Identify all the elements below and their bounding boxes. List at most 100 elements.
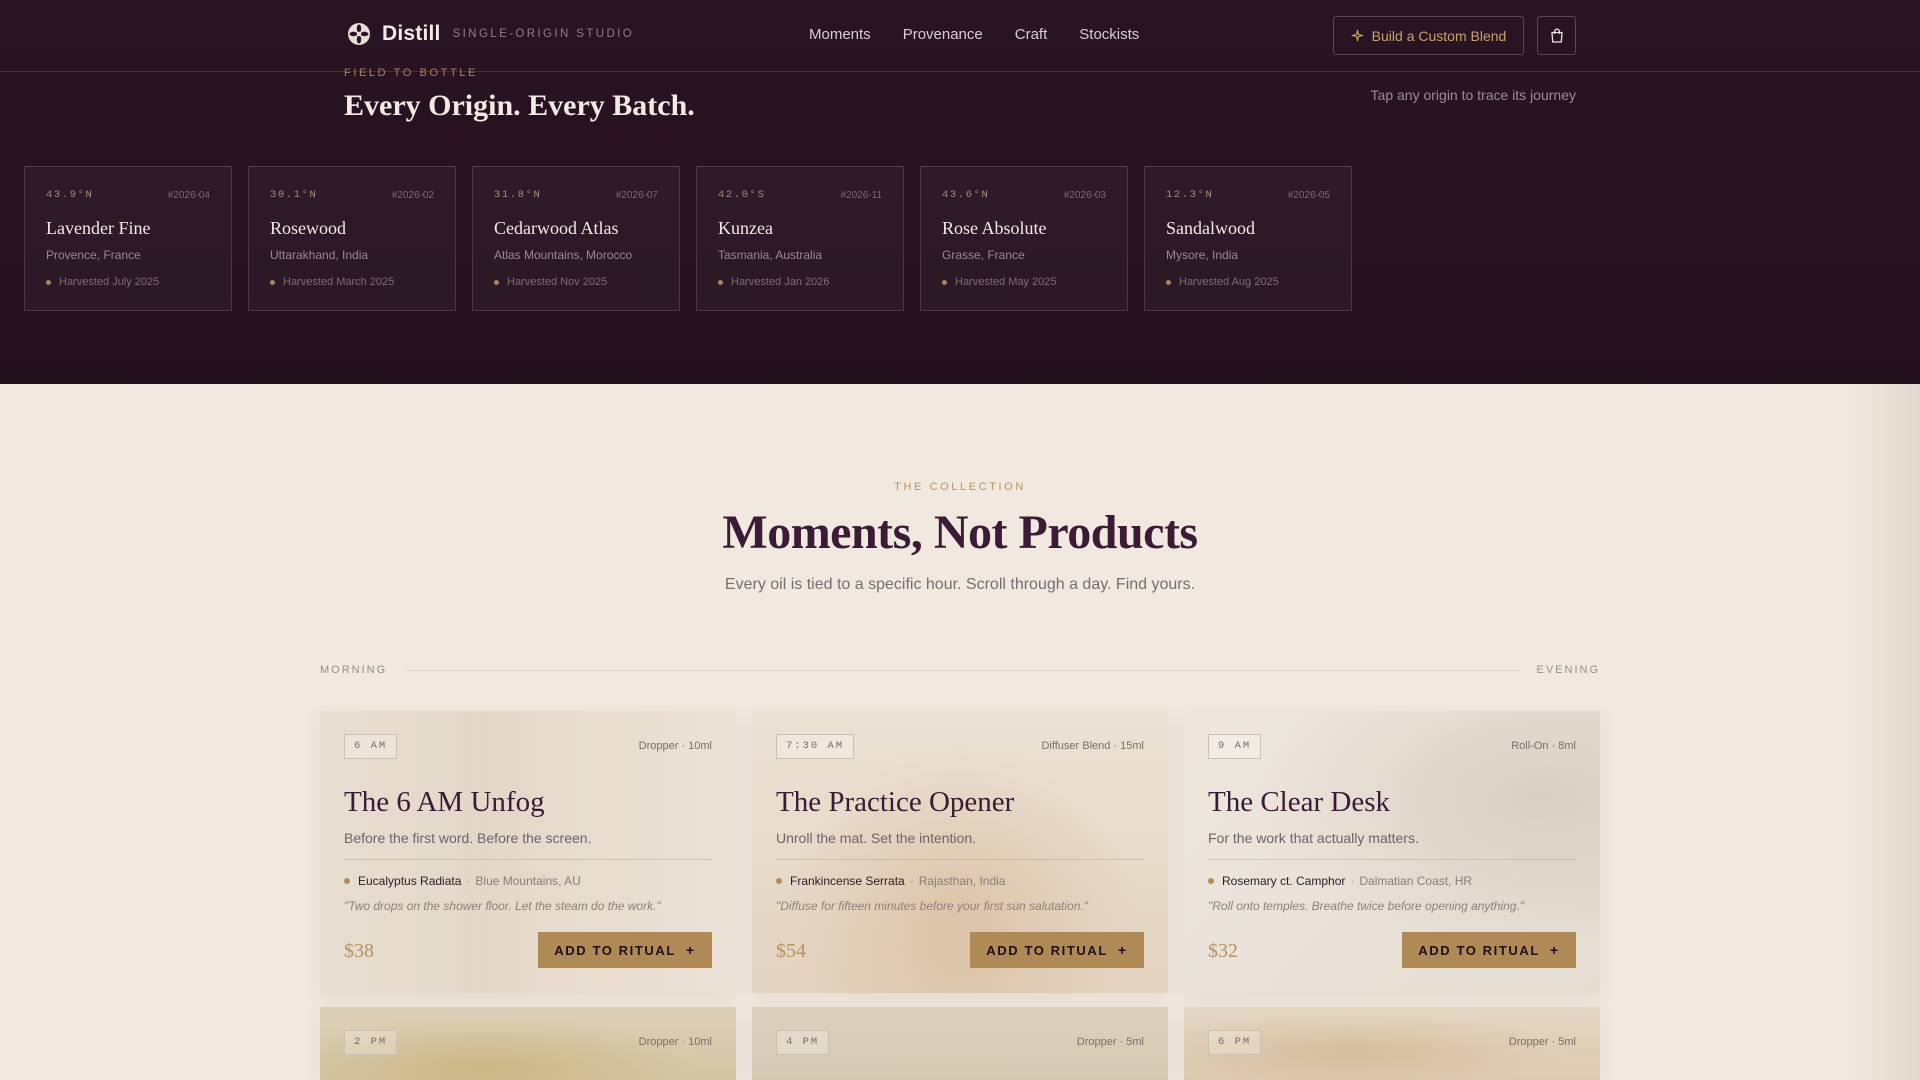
nav-craft[interactable]: Craft	[1015, 26, 1048, 43]
origin-coordinate: 12.3°N	[1166, 189, 1214, 201]
add-to-ritual-button[interactable]: ADD TO RITUAL +	[970, 932, 1144, 968]
ingredient-name: Rosemary ct. Camphor	[1222, 874, 1346, 888]
origin-name: Rose Absolute	[942, 218, 1047, 238]
timeline-end-label: EVENING	[1536, 664, 1600, 676]
time-badge: 6 PM	[1208, 1030, 1262, 1055]
harvest-dot-icon	[942, 279, 947, 285]
origin-harvest: Harvested July 2025	[46, 276, 159, 288]
product-price: $38	[344, 940, 374, 962]
origins-hint: Tap any origin to trace its journey	[1370, 87, 1576, 103]
product-tagline: Unroll the mat. Set the intention.	[776, 830, 976, 846]
add-to-ritual-button[interactable]: ADD TO RITUAL +	[1402, 932, 1576, 968]
origin-location: Mysore, India	[1166, 248, 1239, 262]
site-header: Distill SINGLE-ORIGIN STUDIO Moments Pro…	[0, 0, 1920, 72]
add-to-ritual-button[interactable]: ADD TO RITUAL +	[538, 932, 712, 968]
time-badge: 9 AM	[1208, 734, 1262, 759]
origin-batch: #2026-11	[840, 190, 882, 201]
product-tagline: Before the first word. Before the screen…	[344, 830, 592, 846]
cart-button[interactable]	[1537, 16, 1576, 55]
build-custom-blend-label: Build a Custom Blend	[1371, 27, 1507, 44]
product-format: Dropper · 10ml	[638, 740, 712, 752]
origin-harvest-label: Harvested July 2025	[59, 276, 160, 288]
product-card-6am-unfog[interactable]: 6 AM Dropper · 10ml The 6 AM Unfog Befor…	[320, 711, 736, 993]
ingredient-origin: Dalmatian Coast, HR	[1359, 874, 1473, 888]
product-card-clear-desk[interactable]: 9 AM Roll-On · 8ml The Clear Desk For th…	[1184, 711, 1600, 993]
ingredient-dot-icon	[1208, 878, 1214, 884]
origins-title: Every Origin. Every Batch.	[344, 89, 695, 122]
time-badge: 4 PM	[776, 1030, 830, 1055]
separator-dot: ·	[466, 874, 471, 888]
origin-name: Lavender Fine	[46, 218, 151, 238]
divider	[776, 859, 1144, 860]
time-badge: 2 PM	[344, 1030, 398, 1055]
divider	[1208, 859, 1576, 860]
origin-card-sandalwood[interactable]: 12.3°N #2026-05 Sandalwood Mysore, India…	[1144, 166, 1352, 311]
nav-stockists[interactable]: Stockists	[1079, 26, 1139, 43]
separator-dot: ·	[1350, 874, 1355, 888]
origin-coordinate: 42.0°S	[718, 189, 766, 201]
origin-location: Tasmania, Australia	[718, 248, 823, 262]
ingredient-origin: Blue Mountains, AU	[475, 874, 581, 888]
time-badge: 7:30 AM	[776, 734, 855, 759]
flower-logo-icon	[348, 23, 370, 45]
brand-name: Distill	[382, 22, 441, 45]
origins-eyebrow: FIELD TO BOTTLE	[344, 67, 478, 79]
origin-batch: #2026-04	[167, 190, 210, 201]
day-timeline: MORNING EVENING	[320, 664, 1600, 678]
origin-card-lavender-fine[interactable]: 43.9°N #2026-04 Lavender Fine Provence, …	[24, 166, 232, 311]
origin-location: Provence, France	[46, 248, 141, 262]
product-title: The Practice Opener	[776, 786, 1015, 818]
origin-location: Atlas Mountains, Morocco	[494, 248, 633, 262]
origin-card-rose-absolute[interactable]: 43.6°N #2026-03 Rose Absolute Grasse, Fr…	[920, 166, 1128, 311]
product-card-4pm[interactable]: 4 PM Dropper · 5ml	[752, 1007, 1168, 1080]
product-card-2pm[interactable]: 2 PM Dropper · 10ml	[320, 1007, 736, 1080]
product-format: Dropper · 5ml	[1076, 1036, 1144, 1048]
harvest-dot-icon	[494, 279, 499, 285]
product-card-6pm[interactable]: 6 PM Dropper · 5ml	[1184, 1007, 1600, 1080]
product-format: Dropper · 5ml	[1508, 1036, 1576, 1048]
origin-cards: 43.9°N #2026-04 Lavender Fine Provence, …	[24, 166, 1352, 311]
product-price: $32	[1208, 940, 1238, 962]
product-format: Diffuser Blend · 15ml	[1041, 740, 1144, 752]
nav-moments[interactable]: Moments	[809, 26, 871, 43]
product-title: The Clear Desk	[1208, 786, 1390, 818]
origin-batch: #2026-03	[1063, 190, 1106, 201]
origin-batch: #2026-07	[615, 190, 658, 201]
plus-icon: +	[685, 942, 696, 958]
ingredient-name: Frankincense Serrata	[790, 874, 905, 888]
separator-dot: ·	[909, 874, 914, 888]
origin-card-kunzea[interactable]: 42.0°S #2026-11 Kunzea Tasmania, Austral…	[696, 166, 904, 311]
origin-coordinate: 43.9°N	[46, 189, 94, 201]
product-format: Dropper · 10ml	[638, 1036, 712, 1048]
origin-harvest-label: Harvested Jan 2026	[731, 276, 830, 288]
origin-batch: #2026-02	[391, 190, 434, 201]
collection-subtitle: Every oil is tied to a specific hour. Sc…	[724, 576, 1196, 593]
plus-icon: +	[1117, 942, 1128, 958]
origin-card-rosewood[interactable]: 30.1°N #2026-02 Rosewood Uttarakhand, In…	[248, 166, 456, 311]
product-title: The 6 AM Unfog	[344, 786, 545, 818]
ingredient-line: Frankincense Serrata · Rajasthan, India	[776, 874, 1005, 888]
origin-harvest: Harvested May 2025	[942, 276, 1057, 288]
brand[interactable]: Distill SINGLE-ORIGIN STUDIO	[347, 22, 634, 46]
brand-tagline: SINGLE-ORIGIN STUDIO	[452, 28, 635, 40]
origin-harvest-label: Harvested Aug 2025	[1179, 276, 1279, 288]
origin-coordinate: 43.6°N	[942, 189, 990, 201]
ingredient-origin: Rajasthan, India	[918, 874, 1006, 888]
product-tagline: For the work that actually matters.	[1208, 830, 1419, 846]
origin-batch: #2026-05	[1287, 190, 1330, 201]
origin-card-cedarwood-atlas[interactable]: 31.8°N #2026-07 Cedarwood Atlas Atlas Mo…	[472, 166, 680, 311]
ingredient-name: Eucalyptus Radiata	[358, 874, 462, 888]
divider	[344, 859, 712, 860]
ingredient-line: Rosemary ct. Camphor · Dalmatian Coast, …	[1208, 874, 1472, 888]
origin-name: Cedarwood Atlas	[494, 218, 619, 238]
ingredient-dot-icon	[344, 878, 350, 884]
product-card-practice-opener[interactable]: 7:30 AM Diffuser Blend · 15ml The Practi…	[752, 711, 1168, 993]
origin-harvest-label: Harvested March 2025	[283, 276, 395, 288]
origin-harvest: Harvested Jan 2026	[718, 276, 829, 288]
origin-harvest: Harvested Aug 2025	[1166, 276, 1279, 288]
harvest-dot-icon	[718, 279, 723, 285]
nav-provenance[interactable]: Provenance	[903, 26, 983, 43]
origin-harvest: Harvested March 2025	[270, 276, 394, 288]
ingredient-dot-icon	[776, 878, 782, 884]
build-custom-blend-button[interactable]: Build a Custom Blend	[1333, 16, 1524, 55]
